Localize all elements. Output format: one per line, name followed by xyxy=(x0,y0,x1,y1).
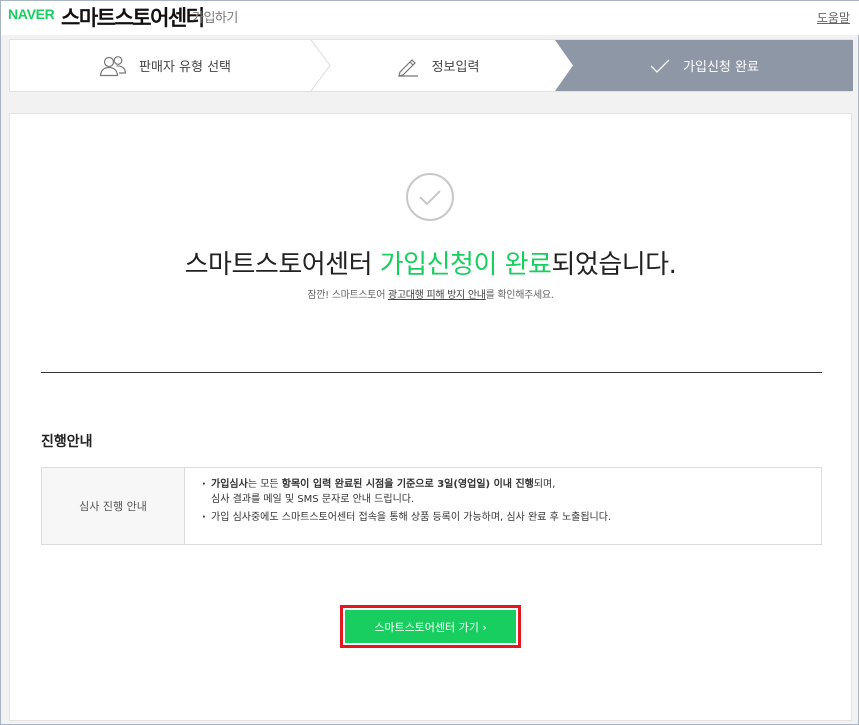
step-complete: 가입신청 완료 xyxy=(555,40,853,91)
step-label-info-input: 정보입력 xyxy=(431,60,480,75)
title-suffix: 되었습니다. xyxy=(551,250,677,280)
divider xyxy=(41,372,822,373)
help-link[interactable]: 도움말 xyxy=(817,9,850,26)
brand-subtitle: 가입하기 xyxy=(192,11,238,26)
go-to-smartstore-button[interactable]: 스마트스토어센터 가기 › xyxy=(345,610,516,643)
completion-title: 스마트스토어센터 가입신청이 완료되었습니다. xyxy=(10,244,851,281)
title-prefix: 스마트스토어센터 xyxy=(184,250,380,280)
cta-highlight-box: 스마트스토어센터 가기 › xyxy=(340,605,521,648)
naver-logo[interactable]: NAVER xyxy=(8,6,55,22)
header: NAVER 스마트스토어센터 가입하기 도움말 xyxy=(1,1,859,35)
step-seller-type: 판매자 유형 선택 xyxy=(10,40,320,91)
list-item: 가입심사는 모든 항목이 입력 완료된 시점을 기준으로 3일(영업일) 이내 … xyxy=(202,477,821,507)
row2-text: 가입 심사중에도 스마트스토어센터 접속을 통해 상품 등록이 가능하며, 심사… xyxy=(211,512,612,523)
notice-text: 잠깐! 스마트스토어 광고대행 피해 방지 안내를 확인해주세요. xyxy=(10,286,851,301)
brand-title[interactable]: 스마트스토어센터 xyxy=(61,2,205,32)
step-label-complete: 가입신청 완료 xyxy=(683,60,759,75)
title-highlight: 가입신청이 완료 xyxy=(379,250,552,280)
table-body: 가입심사는 모든 항목이 입력 완료된 시점을 기준으로 3일(영업일) 이내 … xyxy=(185,468,821,544)
step-info-input: 정보입력 xyxy=(320,40,555,91)
notice-prefix: 잠깐! 스마트스토어 xyxy=(307,290,388,301)
check-circle-icon xyxy=(406,173,454,221)
row1-bold2: 항목이 입력 완료된 시점을 기준으로 3일(영업일) 이내 진행 xyxy=(281,479,534,490)
content-card: 스마트스토어센터 가입신청이 완료되었습니다. 잠깐! 스마트스토어 광고대행 … xyxy=(9,113,852,721)
notice-suffix: 를 확인해주세요. xyxy=(485,290,554,301)
step-label-seller-type: 판매자 유형 선택 xyxy=(139,60,231,75)
list-item: 가입 심사중에도 스마트스토어센터 접속을 통해 상품 등록이 가능하며, 심사… xyxy=(202,510,821,525)
review-info-table: 심사 진행 안내 가입심사는 모든 항목이 입력 완료된 시점을 기준으로 3일… xyxy=(41,467,822,545)
row1-text1: 는 모든 xyxy=(247,479,282,490)
ad-fraud-notice-link[interactable]: 광고대행 피해 방지 안내 xyxy=(388,290,486,301)
row1-text2: 되며, xyxy=(533,479,556,490)
window-frame: NAVER 스마트스토어센터 가입하기 도움말 판매자 유형 선택 정보입력 가… xyxy=(0,0,859,725)
row1-bold1: 가입심사 xyxy=(211,479,248,490)
row1-line2: 심사 결과를 메일 및 SMS 문자로 안내 드립니다. xyxy=(211,494,415,505)
pencil-icon xyxy=(396,55,420,77)
table-header: 심사 진행 안내 xyxy=(42,468,185,544)
step-indicator: 판매자 유형 선택 정보입력 가입신청 완료 xyxy=(9,39,853,92)
users-icon xyxy=(99,55,127,77)
check-icon xyxy=(649,58,671,74)
section-title: 진행안내 xyxy=(41,434,93,450)
